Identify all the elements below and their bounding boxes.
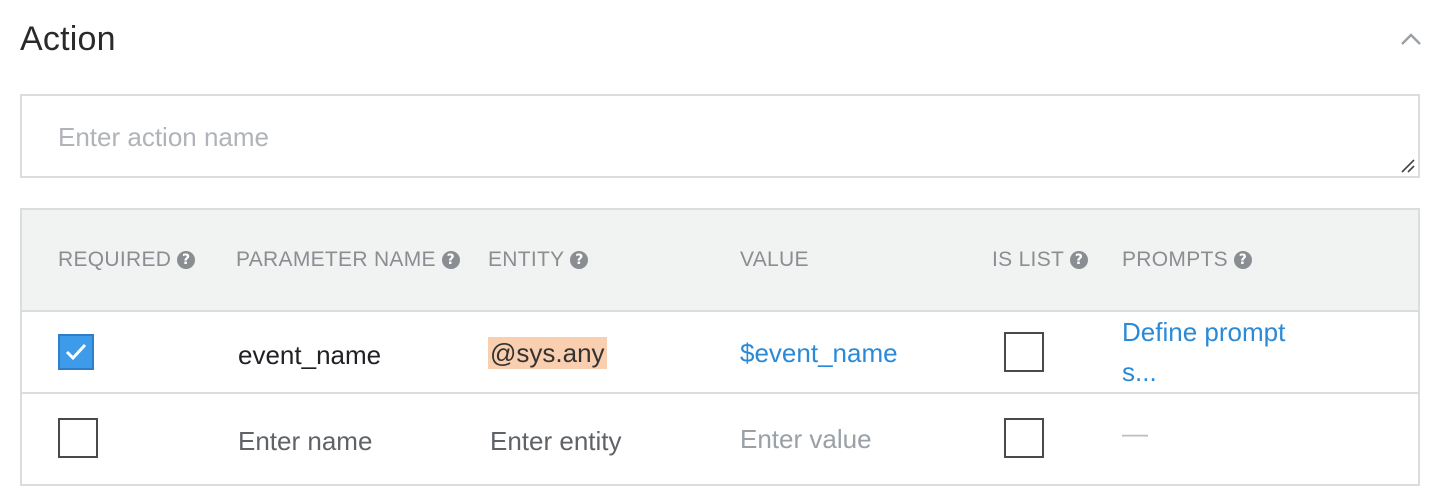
question-circle-icon[interactable]: ? (1070, 251, 1089, 269)
entity-cell[interactable]: @sys.any (488, 337, 607, 369)
column-label: PARAMETER NAME (236, 248, 436, 271)
column-header-prompts: PROMPTS ? (1122, 248, 1252, 272)
prompts-empty-dash: — (1122, 418, 1148, 448)
question-circle-icon[interactable]: ? (177, 251, 196, 269)
column-header-entity: ENTITY ? (488, 248, 589, 272)
value-input[interactable]: Enter value (740, 424, 872, 455)
is-list-checkbox[interactable] (1004, 332, 1044, 372)
action-name-input[interactable] (22, 96, 1418, 176)
column-header-parameter-name: PARAMETER NAME ? (236, 248, 460, 272)
table-row: Enter name Enter entity Enter value — (22, 394, 1418, 484)
column-label: VALUE (740, 248, 809, 271)
column-label: PROMPTS (1122, 248, 1228, 271)
question-circle-icon[interactable]: ? (441, 251, 460, 269)
parameters-table: REQUIRED ? PARAMETER NAME ? ENTITY ? VAL… (20, 208, 1420, 486)
parameter-name[interactable]: event_name (238, 340, 381, 371)
question-circle-icon[interactable]: ? (570, 251, 589, 269)
table-row: event_name @sys.any $event_name Define p… (22, 312, 1418, 394)
entity-input[interactable]: Enter entity (490, 426, 622, 457)
entity-chip: @sys.any (488, 337, 607, 369)
column-header-is-list: IS LIST ? (992, 248, 1089, 272)
name-input[interactable]: Enter name (238, 426, 372, 457)
column-header-required: REQUIRED ? (58, 248, 196, 272)
column-label: REQUIRED (58, 248, 172, 271)
table-header: REQUIRED ? PARAMETER NAME ? ENTITY ? VAL… (22, 210, 1418, 312)
required-checkbox[interactable] (58, 418, 98, 458)
checkmark-icon (65, 343, 87, 361)
question-circle-icon[interactable]: ? (1233, 251, 1252, 269)
collapse-button[interactable] (1396, 24, 1426, 54)
column-label: IS LIST (992, 248, 1065, 271)
define-prompts-link[interactable]: Define prompts... (1122, 312, 1302, 392)
parameter-value[interactable]: $event_name (740, 338, 898, 369)
column-label: ENTITY (488, 248, 565, 271)
action-name-box (20, 94, 1420, 178)
chevron-up-icon (1401, 33, 1421, 45)
is-list-checkbox[interactable] (1004, 418, 1044, 458)
resize-handle-icon[interactable] (1398, 156, 1416, 174)
column-header-value: VALUE (740, 248, 809, 272)
required-checkbox[interactable] (58, 334, 94, 370)
section-title: Action (20, 20, 116, 58)
section-header: Action (20, 18, 1426, 64)
